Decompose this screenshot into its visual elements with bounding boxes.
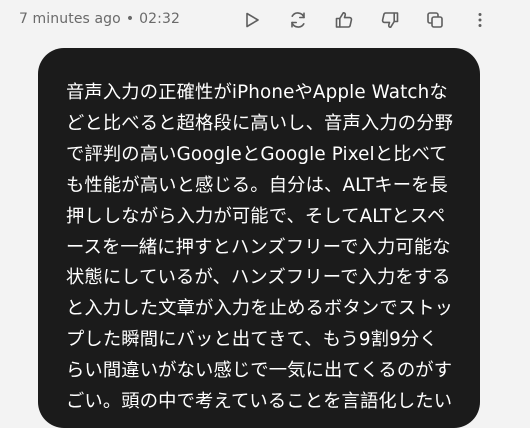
thumbs-down-icon <box>381 12 399 29</box>
copy-icon <box>427 12 443 28</box>
more-vertical-icon <box>478 13 482 27</box>
time-ago: 7 minutes ago <box>19 11 121 27</box>
message-text: 音声入力の正確性がiPhoneやApple Watchな どと比べると超格段に高… <box>66 82 454 413</box>
message-bubble: 音声入力の正確性がiPhoneやApple Watchな どと比べると超格段に高… <box>38 48 480 428</box>
more-options-button[interactable] <box>469 9 491 31</box>
play-button[interactable] <box>241 9 263 31</box>
copy-button[interactable] <box>424 9 446 31</box>
message-meta: 7 minutes ago • 02:32 <box>19 11 180 27</box>
play-icon <box>246 12 259 28</box>
thumbs-up-icon <box>335 11 353 28</box>
thumbs-up-button[interactable] <box>333 9 355 31</box>
thumbs-down-button[interactable] <box>379 9 401 31</box>
timestamp: 02:32 <box>139 11 181 27</box>
regenerate-button[interactable] <box>287 9 309 31</box>
regenerate-icon <box>291 12 305 28</box>
meta-separator: • <box>125 11 135 27</box>
message-toolbar: 7 minutes ago • 02:32 <box>0 0 530 42</box>
